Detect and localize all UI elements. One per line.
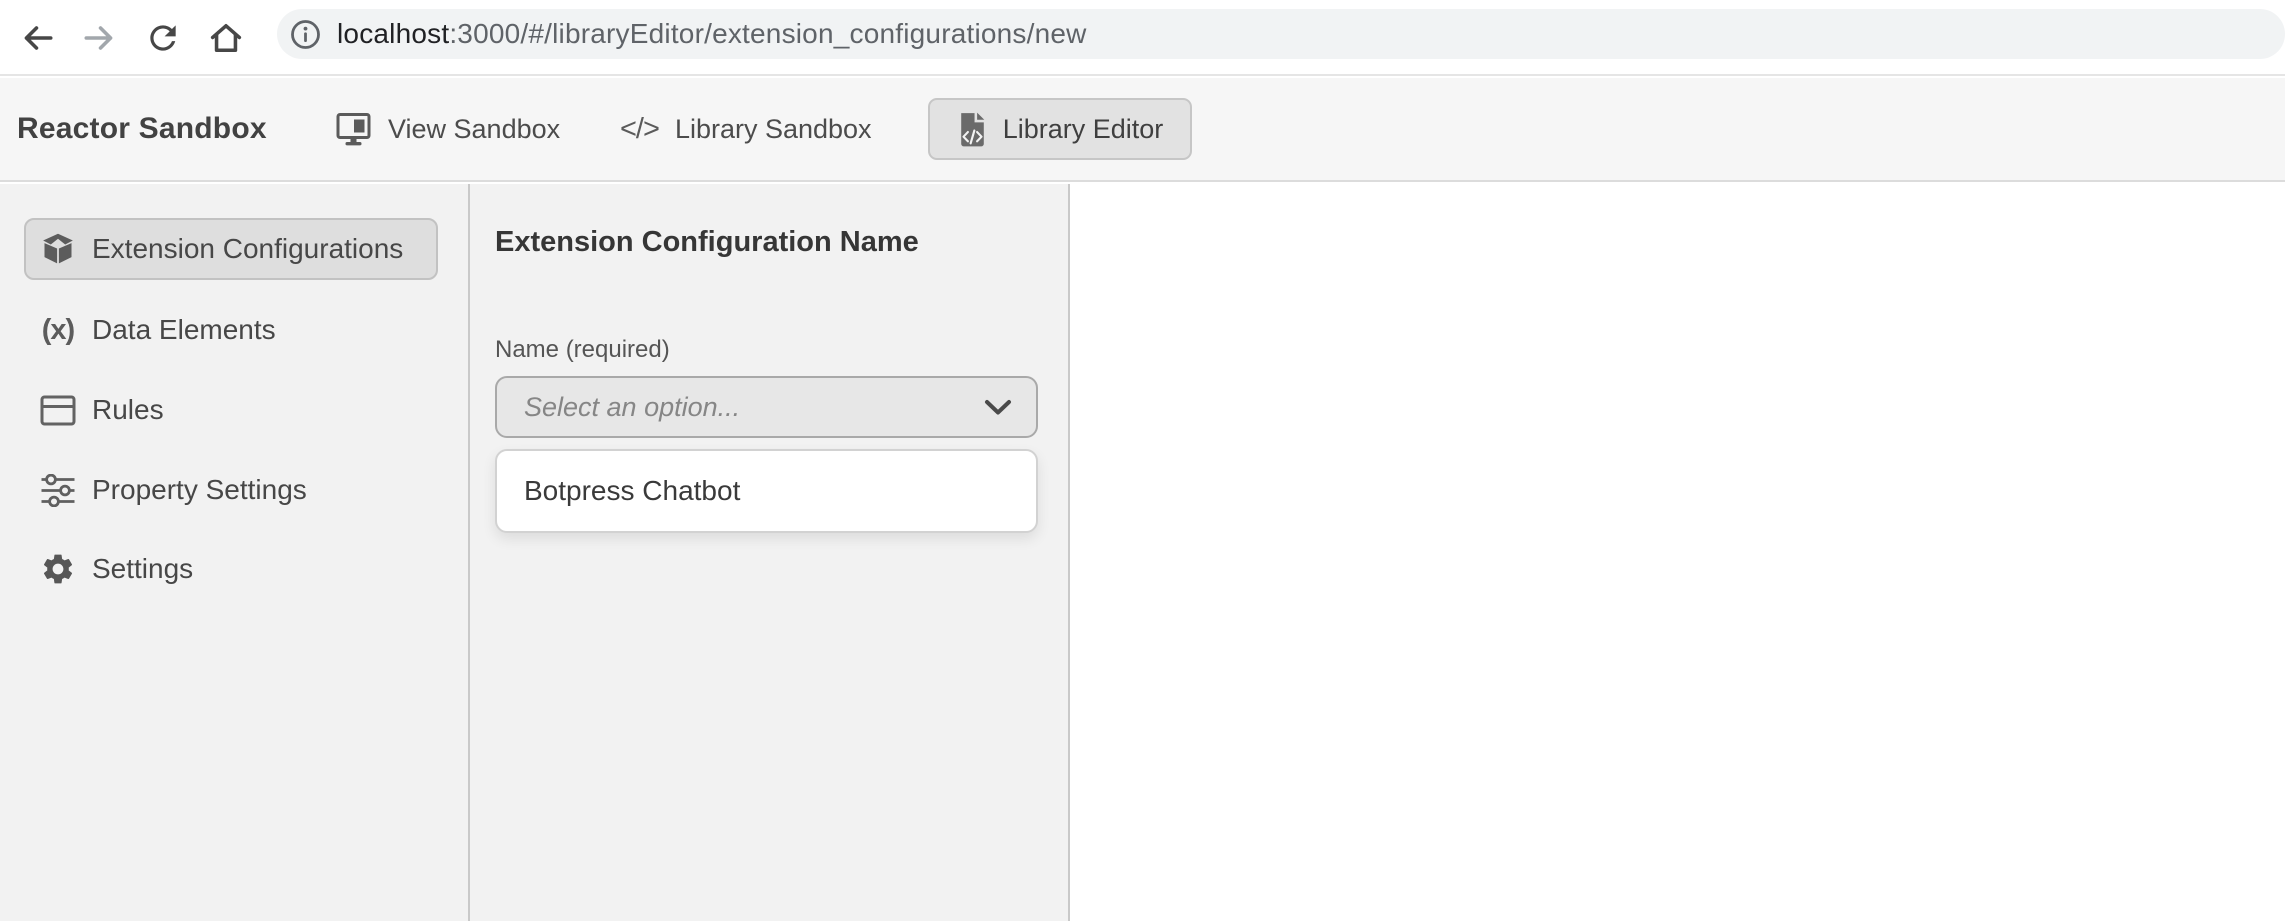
sidebar-item-data-elements[interactable]: (x) Data Elements	[24, 299, 438, 361]
back-arrow-icon	[18, 19, 56, 57]
forward-button[interactable]	[78, 16, 122, 60]
sidebar-item-settings[interactable]: Settings	[24, 538, 438, 600]
sidebar-item-label: Settings	[92, 553, 193, 585]
form-heading: Extension Configuration Name	[495, 226, 919, 259]
data-element-icon: (x)	[40, 314, 76, 347]
nav-library-sandbox-label: Library Sandbox	[675, 114, 872, 145]
app-title: Reactor Sandbox	[17, 112, 267, 146]
sidebar-item-label: Extension Configurations	[92, 233, 403, 265]
code-icon: </>	[620, 113, 659, 146]
reload-icon	[144, 19, 182, 57]
extension-config-form-panel: Extension Configuration Name Name (requi…	[470, 184, 1070, 921]
sliders-icon	[40, 474, 76, 507]
sidebar-item-rules[interactable]: Rules	[24, 379, 438, 441]
nav-library-editor-button[interactable]: Library Editor	[928, 98, 1192, 160]
nav-view-sandbox[interactable]: View Sandbox	[335, 78, 560, 180]
app-header: Reactor Sandbox View Sandbox </> Library…	[0, 78, 2285, 182]
sidebar-item-label: Rules	[92, 394, 164, 426]
nav-view-sandbox-label: View Sandbox	[388, 114, 560, 145]
home-icon	[206, 18, 246, 58]
sidebar-item-label: Property Settings	[92, 474, 307, 506]
forward-arrow-icon	[81, 19, 119, 57]
sidebar-item-property-settings[interactable]: Property Settings	[24, 459, 438, 521]
editor-empty-area	[1072, 184, 2285, 921]
monitor-icon	[335, 111, 372, 147]
chevron-down-icon	[984, 399, 1012, 416]
select-placeholder: Select an option...	[524, 392, 740, 423]
back-button[interactable]	[15, 16, 59, 60]
browser-toolbar: localhost:3000/#/libraryEditor/extension…	[0, 0, 2285, 76]
url-text: localhost:3000/#/libraryEditor/extension…	[337, 18, 1087, 50]
sidebar-item-label: Data Elements	[92, 314, 276, 346]
select-options-popup: Botpress Chatbot	[495, 449, 1038, 533]
url-bar[interactable]: localhost:3000/#/libraryEditor/extension…	[277, 9, 2285, 59]
nav-library-editor-label: Library Editor	[1003, 114, 1164, 145]
main-region: Extension Configurations (x) Data Elemen…	[0, 184, 2285, 921]
info-icon	[290, 19, 321, 50]
option-botpress-chatbot[interactable]: Botpress Chatbot	[524, 475, 740, 507]
file-code-icon	[957, 110, 988, 149]
window-icon	[40, 395, 76, 426]
package-icon	[40, 230, 76, 268]
screenshot-root: localhost:3000/#/libraryEditor/extension…	[0, 0, 2285, 921]
sidebar: Extension Configurations (x) Data Elemen…	[0, 184, 470, 921]
page-info-button[interactable]	[290, 19, 321, 50]
url-path: :3000/#/libraryEditor/extension_configur…	[449, 18, 1086, 49]
name-field-label: Name (required)	[495, 336, 670, 364]
home-button[interactable]	[204, 16, 248, 60]
url-host: localhost	[337, 18, 449, 49]
sidebar-item-extension-configurations[interactable]: Extension Configurations	[24, 218, 438, 280]
reload-button[interactable]	[141, 16, 185, 60]
name-select[interactable]: Select an option...	[495, 376, 1038, 438]
gear-icon	[40, 551, 76, 587]
nav-library-sandbox[interactable]: </> Library Sandbox	[620, 78, 872, 180]
